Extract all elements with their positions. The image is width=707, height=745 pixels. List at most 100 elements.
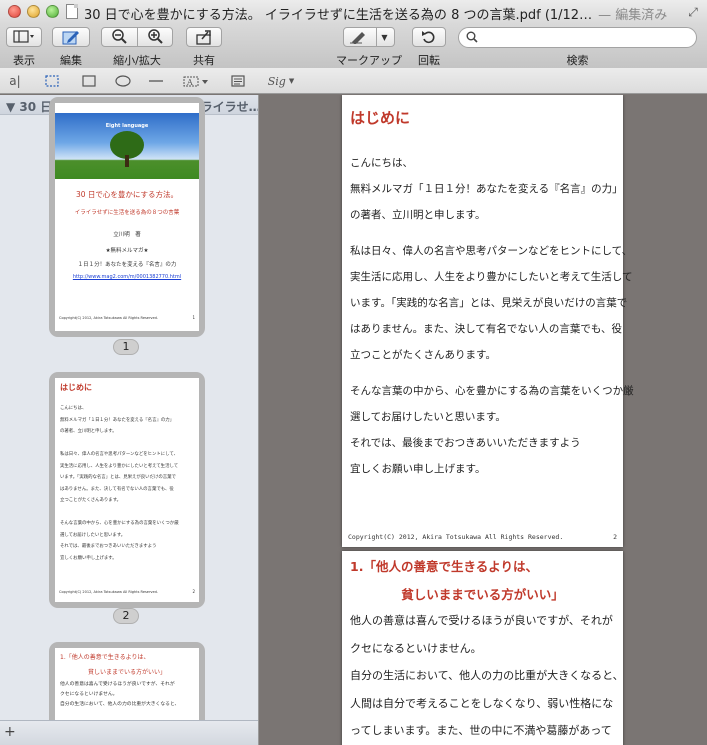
page-thumbnail-2[interactable]: はじめに こんにちは、 無料メルマガ「１日１分！あなたを変える『名言』の力」 の著者… — [49, 372, 205, 608]
zoom-label: 縮小/拡大 — [113, 54, 161, 67]
thumb3-body-line: 他人の善意は喜んで受けるほうが良いですが、それが — [60, 682, 175, 687]
page3-text-line: 自分の生活において、他人の力の比重が大きくなると、 — [350, 669, 624, 682]
page3-text-line: 人間は自分で考えることをしなくなり、弱い性格にな — [350, 696, 614, 710]
thumb2-body-line: はありません。また、決して有名でない人の言葉でも、役 — [60, 486, 174, 492]
markup-dropdown-icon[interactable]: ▼ — [381, 33, 387, 42]
edit-label: 編集 — [60, 54, 82, 67]
page2-page-number: 2 — [613, 533, 617, 541]
view-label: 表示 — [13, 54, 35, 67]
page2-copyright: Copyright(C) 2012, Akira Totsukawa All R… — [348, 533, 564, 541]
page-thumbnail-1[interactable]: Eight language 30 日で心を豊かにする方法。 イライラせずに生活… — [49, 97, 205, 337]
thumb2-body: こんにちは、 無料メルマガ「１日１分！あなたを変える『名言』の力」 の著者、立川明と… — [60, 403, 194, 564]
cover-image-text: Eight language — [105, 123, 149, 129]
svg-text:A: A — [186, 78, 193, 87]
rotate-label: 回転 — [418, 54, 440, 67]
document-proxy-icon[interactable] — [66, 4, 78, 19]
thumb3-heading-1: 1.「他人の善意で生きるよりは、 — [60, 654, 150, 661]
signature-icon: Sig — [267, 74, 286, 88]
cover-mag-label: ★無料メルマガ★ — [105, 248, 149, 254]
search-icon — [466, 31, 478, 46]
oval-shape-icon[interactable] — [113, 72, 133, 90]
rotate-button[interactable] — [412, 27, 446, 47]
cover-subtitle: イライラせずに生活を送る為の８つの言葉 — [74, 210, 180, 216]
line-shape-icon[interactable] — [146, 72, 166, 90]
zoom-window-button[interactable] — [46, 5, 59, 18]
annotation-toolbar: a| A Sig ▼ — [0, 68, 707, 94]
cover-image: Eight language — [55, 113, 199, 179]
cover-author: 立川明 著 — [113, 232, 141, 238]
page3-text-line: クセになるといけません。 — [350, 641, 482, 655]
page2-text-line: 実生活に応用し、人生をより豊かにしたいと考えて生活して — [350, 271, 633, 283]
page2-text-line: それでは、最後までおつきあいいただきますよう — [350, 437, 581, 449]
add-icon[interactable]: + — [4, 724, 16, 740]
page2-text-line: はありません。また、決して有名でない人の言葉でも、役 — [350, 323, 623, 335]
sidebar-footer: + — [0, 720, 258, 745]
signature-dropdown-icon: ▼ — [288, 77, 295, 85]
share-icon — [196, 30, 211, 45]
text-box-tool-icon[interactable]: A — [181, 72, 211, 90]
page2-text-line: こんにちは、 — [350, 157, 413, 169]
markup-button[interactable]: ▼ — [343, 27, 395, 47]
thumb3-body-line: クセになるといけません。 — [60, 692, 118, 697]
thumb2-body-line: います。「実践的な名言」とは、見栄えが良いだけの言葉で — [60, 475, 176, 480]
page3-text-line: ってしまいます。また、世の中に不満や葛藤があって — [350, 724, 612, 737]
thumb2-body-line: こんにちは、 — [60, 406, 87, 411]
thumb2-heading: はじめに — [60, 383, 92, 392]
view-menu-button[interactable] — [6, 27, 42, 47]
rect-selection-tool-icon[interactable] — [43, 72, 61, 90]
rectangle-shape-icon[interactable] — [80, 72, 98, 90]
rotate-icon — [422, 31, 435, 44]
share-label: 共有 — [193, 54, 215, 67]
edit-button[interactable] — [52, 27, 90, 47]
thumb2-copyright: Copyright(C) 2012, Akira Totsukawa All R… — [59, 590, 158, 594]
page2-text-line: 立つことがたくさんあります。 — [350, 349, 496, 361]
note-tool-icon[interactable] — [229, 72, 247, 90]
search-input[interactable] — [481, 30, 691, 45]
page2-text-line: 無料メルマガ「１日１分！あなたを変える『名言』の力」 — [350, 183, 623, 195]
main-toolbar: 表示 編集 縮小/拡大 共有 ▼ マークアップ 回転 検索 — [0, 24, 707, 68]
cover-footer-num: 1 — [192, 315, 195, 320]
window-titlebar: 30 日で心を豊かにする方法。 イライラせずに生活を送る為の 8 つの言葉.pd… — [0, 0, 707, 24]
thumb3-body: 他人の善意は喜んで受けるほうが良いですが、それが クセになるといけません。 自分の生… — [60, 680, 194, 710]
fullscreen-icon[interactable]: ⤢ — [686, 5, 700, 19]
zoom-out-icon[interactable] — [102, 28, 137, 47]
page-number-badge-1: 1 — [113, 339, 139, 355]
thumb3-heading-2: 貧しいままでいる方がいい」 — [87, 669, 166, 676]
thumb2-body-line: 選してお届けしたいと思います。 — [60, 532, 126, 538]
page2-text-line: 選してお届けしたいと思います。 — [350, 411, 506, 423]
thumb2-footer-num: 2 — [192, 589, 195, 594]
thumb2-body-line: それでは、最後までおつきあいいただきますよう — [60, 544, 157, 549]
search-field[interactable] — [458, 27, 697, 48]
cover-mag-name: １日１分！あなたを変える『名言』の力 — [77, 262, 177, 268]
markup-pen-icon — [350, 32, 366, 44]
zoom-in-icon[interactable] — [137, 28, 172, 47]
signature-tool-button[interactable]: Sig ▼ — [261, 72, 301, 90]
share-button[interactable] — [186, 27, 222, 47]
page3-heading-2: 貧しいままでいる方がいい」 — [401, 587, 564, 602]
thumb2-body-line: の著者、立川明と申します。 — [60, 429, 117, 434]
cover-copyright: Copyright(C) 2012, Akira Totsukawa All R… — [59, 316, 158, 320]
sidebar-view-icon — [13, 30, 34, 43]
cover-url-link: http://www.mag2.com/m/0001382770.html — [72, 274, 182, 280]
page3-body: 他人の善意は喜んで受けるほうが良いですが、それが クセになるといけません。 自分の生… — [350, 607, 624, 745]
thumbnail-page-2: はじめに こんにちは、 無料メルマガ「１日１分！あなたを変える『名言』の力」 の著者… — [55, 378, 199, 602]
pencil-edit-icon — [62, 31, 79, 45]
thumb2-body-line: 宜しくお願い申し上げます。 — [60, 555, 117, 561]
thumb2-body-line — [60, 438, 194, 450]
edited-status: — 編集済み — [598, 8, 668, 23]
close-window-button[interactable] — [8, 5, 21, 18]
text-selection-tool-icon[interactable]: a| — [6, 72, 24, 90]
markup-label: マークアップ — [336, 54, 402, 67]
page2-body: こんにちは、 無料メルマガ「１日１分！あなたを変える『名言』の力」 の著者、立川明と… — [350, 150, 634, 482]
thumb2-body-line: 実生活に応用し、人生をより豊かにしたいと考えて生活して — [60, 463, 179, 469]
page2-text-line: 私は日々、偉人の名言や思考パターンなどをヒントにして、 — [350, 245, 633, 257]
document-title: 30 日で心を豊かにする方法。 イライラせずに生活を送る為の 8 つの言葉.pd… — [84, 8, 593, 23]
document-page-3: 1.「他人の善意で生きるよりは、 貧しいままでいる方がいい」 他人の善意は喜んで… — [342, 551, 624, 745]
minimize-window-button[interactable] — [27, 5, 40, 18]
page3-heading-1: 1.「他人の善意で生きるよりは、 — [350, 559, 538, 574]
document-canvas[interactable]: はじめに こんにちは、 無料メルマガ「１日１分！あなたを変える『名言』の力」 の著者… — [260, 95, 707, 745]
thumb2-body-line: 私は日々、偉人の名言や思考パターンなどをヒントにして、 — [60, 452, 178, 457]
thumbnail-page-1: Eight language 30 日で心を豊かにする方法。 イライラせずに生活… — [55, 103, 199, 331]
page2-text-line: 宜しくお願い申し上げます。 — [350, 463, 486, 475]
thumbnail-sidebar: ▼ 30 日で心を豊かにする方法。 イライラせ… Eight language … — [0, 95, 259, 745]
